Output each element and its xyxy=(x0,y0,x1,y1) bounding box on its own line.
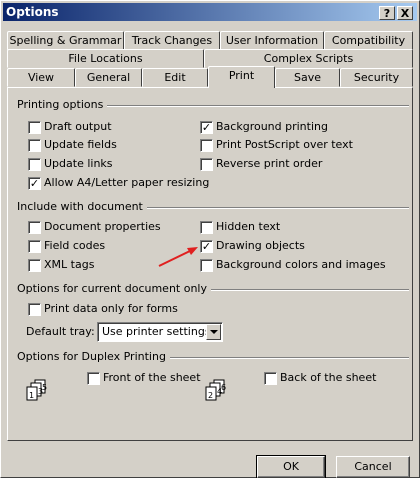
allow-a4-letter-label: Allow A4/Letter paper resizing xyxy=(44,176,210,189)
default-tray-label: Default tray: xyxy=(26,325,95,338)
duplex-front-pages-icon: 1 3 5 xyxy=(26,379,47,401)
xml-tags-checkbox[interactable] xyxy=(28,259,41,272)
help-button[interactable]: ? xyxy=(379,6,395,20)
background-printing-label: Background printing xyxy=(216,120,328,133)
document-properties-checkbox[interactable] xyxy=(28,221,41,234)
print-forms-label: Print data only for forms xyxy=(44,302,178,315)
draft-output-label: Draft output xyxy=(44,120,112,133)
reverse-print-order-checkbox[interactable] xyxy=(200,158,213,171)
svg-text:1: 1 xyxy=(29,391,34,400)
default-tray-select[interactable]: Use printer settings xyxy=(97,322,223,342)
title-bar[interactable]: Options ? X xyxy=(3,3,417,21)
duplex-title: Options for Duplex Printing xyxy=(17,350,170,363)
tab-user-information[interactable]: User Information xyxy=(220,31,324,50)
background-colors-label: Background colors and images xyxy=(216,258,386,271)
cancel-button[interactable]: Cancel xyxy=(336,456,410,478)
close-button[interactable]: X xyxy=(397,6,413,20)
svg-text:6: 6 xyxy=(221,383,226,392)
default-tray-value: Use printer settings xyxy=(102,325,211,338)
hidden-text-checkbox[interactable] xyxy=(200,221,213,234)
svg-text:2: 2 xyxy=(208,391,213,400)
reverse-print-order-label: Reverse print order xyxy=(216,157,323,170)
current-document-title: Options for current document only xyxy=(17,282,212,295)
annotation-arrow-icon xyxy=(158,247,198,267)
print-forms-checkbox[interactable] xyxy=(28,303,41,316)
tab-compatibility[interactable]: Compatibility xyxy=(324,31,413,50)
ok-button[interactable]: OK xyxy=(256,455,326,478)
background-printing-checkbox[interactable]: ✓ xyxy=(200,121,213,134)
tab-track-changes[interactable]: Track Changes xyxy=(124,31,220,50)
tab-print[interactable]: Print xyxy=(208,66,275,88)
tab-edit[interactable]: Edit xyxy=(142,68,208,87)
update-fields-checkbox[interactable] xyxy=(28,139,41,152)
tab-general[interactable]: General xyxy=(75,68,142,87)
update-fields-label: Update fields xyxy=(44,138,117,151)
front-of-sheet-checkbox[interactable] xyxy=(87,372,100,385)
tab-spelling-grammar[interactable]: Spelling & Grammar xyxy=(7,31,124,50)
chevron-down-icon[interactable] xyxy=(206,324,221,340)
tab-save[interactable]: Save xyxy=(275,68,340,87)
window-title: Options xyxy=(6,5,59,19)
tab-file-locations[interactable]: File Locations xyxy=(7,49,204,68)
printing-options-title: Printing options xyxy=(17,98,108,111)
drawing-objects-label: Drawing objects xyxy=(216,239,305,252)
update-links-label: Update links xyxy=(44,157,113,170)
tab-security[interactable]: Security xyxy=(340,68,413,87)
field-codes-checkbox[interactable] xyxy=(28,240,41,253)
print-postscript-label: Print PostScript over text xyxy=(216,138,353,151)
svg-text:5: 5 xyxy=(42,383,47,392)
options-dialog: Options ? X Spelling & Grammar Track Cha… xyxy=(0,0,420,478)
update-links-checkbox[interactable] xyxy=(28,158,41,171)
draft-output-checkbox[interactable] xyxy=(28,121,41,134)
field-codes-label: Field codes xyxy=(44,239,106,252)
print-postscript-checkbox[interactable] xyxy=(200,139,213,152)
include-with-document-title: Include with document xyxy=(17,200,147,213)
hidden-text-label: Hidden text xyxy=(216,220,281,233)
xml-tags-label: XML tags xyxy=(44,258,95,271)
document-properties-label: Document properties xyxy=(44,220,161,233)
allow-a4-letter-checkbox[interactable]: ✓ xyxy=(28,177,41,190)
front-of-sheet-label: Front of the sheet xyxy=(103,371,201,384)
back-of-sheet-label: Back of the sheet xyxy=(280,371,377,384)
tab-view[interactable]: View xyxy=(7,68,75,87)
back-of-sheet-checkbox[interactable] xyxy=(264,372,277,385)
duplex-back-pages-icon: 2 4 6 xyxy=(205,379,226,401)
